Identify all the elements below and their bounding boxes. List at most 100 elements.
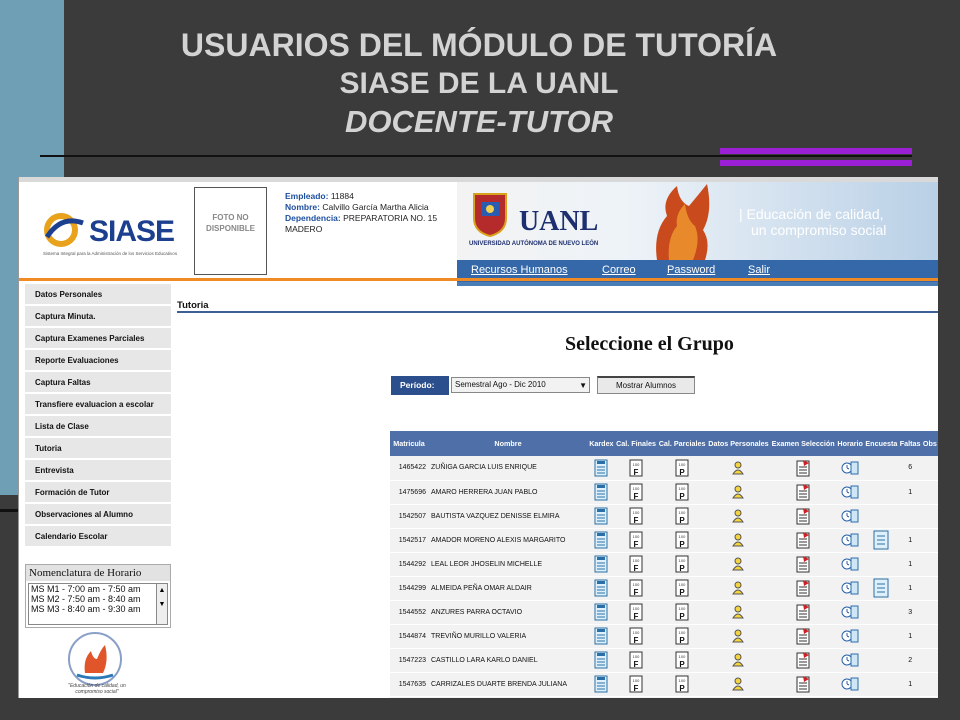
examen-seleccion-icon[interactable]: [770, 456, 837, 481]
kardex-icon[interactable]: [588, 528, 615, 553]
examen-seleccion-icon[interactable]: [770, 624, 837, 649]
encuesta-icon[interactable]: [864, 696, 899, 698]
horario-icon[interactable]: [836, 528, 865, 553]
cal-parciales-icon[interactable]: 100P: [657, 456, 707, 481]
menu-item-tutoria[interactable]: Tutoria: [25, 438, 171, 458]
kardex-icon[interactable]: [588, 480, 615, 505]
cal-parciales-icon[interactable]: 100P: [657, 672, 707, 697]
menu-item-captura-minuta[interactable]: Captura Minuta.: [25, 306, 171, 326]
cell-obs: [921, 672, 938, 697]
cal-parciales-icon[interactable]: 100P: [657, 648, 707, 673]
nav-salir[interactable]: Salir: [748, 264, 770, 276]
menu-item-formacion-tutor[interactable]: Formación de Tutor: [25, 482, 171, 502]
horario-icon[interactable]: [836, 504, 865, 529]
nomenclatura-scrollbar[interactable]: ▲ ▼: [156, 583, 168, 625]
examen-seleccion-icon[interactable]: [770, 528, 837, 553]
datos-personales-icon[interactable]: [706, 624, 771, 649]
horario-icon[interactable]: [836, 624, 865, 649]
menu-item-reporte-evaluaciones[interactable]: Reporte Evaluaciones: [25, 350, 171, 370]
cal-finales-icon[interactable]: 100F: [614, 528, 658, 553]
cal-parciales-icon[interactable]: 100P: [657, 696, 707, 698]
nav-correo[interactable]: Correo: [602, 264, 636, 276]
examen-seleccion-icon[interactable]: [770, 552, 837, 577]
datos-personales-icon[interactable]: [706, 528, 771, 553]
datos-personales-icon[interactable]: [706, 504, 771, 529]
cal-finales-icon[interactable]: 100F: [614, 696, 658, 698]
menu-item-observaciones[interactable]: Observaciones al Alumno: [25, 504, 171, 524]
cal-parciales-icon[interactable]: 100P: [657, 600, 707, 625]
datos-personales-icon[interactable]: [706, 552, 771, 577]
periodo-select[interactable]: Semestral Ago - Dic 2010 ▼: [451, 377, 590, 393]
datos-personales-icon[interactable]: [706, 456, 771, 481]
cal-parciales-icon[interactable]: 100P: [657, 576, 707, 601]
cal-finales-icon[interactable]: 100F: [614, 648, 658, 673]
kardex-icon[interactable]: [588, 552, 615, 577]
cal-finales-icon[interactable]: 100F: [614, 672, 658, 697]
cal-parciales-icon[interactable]: 100P: [657, 504, 707, 529]
horario-icon[interactable]: [836, 576, 865, 601]
horario-icon[interactable]: [836, 600, 865, 625]
examen-seleccion-icon[interactable]: [770, 672, 837, 697]
cal-finales-icon[interactable]: 100F: [614, 600, 658, 625]
kardex-icon[interactable]: [588, 672, 615, 697]
menu-item-transfiere-evaluacion[interactable]: Transfiere evaluacion a escolar: [25, 394, 171, 414]
cal-finales-icon[interactable]: 100F: [614, 456, 658, 481]
cal-parciales-icon[interactable]: 100P: [657, 552, 707, 577]
nav-recursos-humanos[interactable]: Recursos Humanos: [471, 264, 568, 276]
nomenclatura-list[interactable]: MS M1 - 7:00 am - 7:50 am MS M2 - 7:50 a…: [28, 583, 158, 625]
kardex-icon[interactable]: [588, 624, 615, 649]
nomenclatura-item[interactable]: MS M1 - 7:00 am - 7:50 am: [31, 584, 157, 594]
examen-seleccion-icon[interactable]: [770, 480, 837, 505]
datos-personales-icon[interactable]: [706, 696, 771, 698]
cal-finales-icon[interactable]: 100F: [614, 576, 658, 601]
header-orange-line: [19, 278, 938, 281]
horario-icon[interactable]: [836, 648, 865, 673]
datos-personales-icon[interactable]: [706, 672, 771, 697]
datos-personales-icon[interactable]: [706, 576, 771, 601]
horario-icon[interactable]: [836, 456, 865, 481]
horario-icon[interactable]: [836, 480, 865, 505]
svg-text:F: F: [634, 684, 639, 693]
menu-item-calendario[interactable]: Calendario Escolar: [25, 526, 171, 546]
datos-personales-icon[interactable]: [706, 480, 771, 505]
nomenclatura-item[interactable]: MS M2 - 7:50 am - 8:40 am: [31, 594, 157, 604]
svg-text:100: 100: [679, 582, 686, 587]
kardex-icon[interactable]: [588, 696, 615, 698]
datos-personales-icon[interactable]: [706, 600, 771, 625]
kardex-icon[interactable]: [588, 648, 615, 673]
kardex-icon[interactable]: [588, 576, 615, 601]
menu-item-datos-personales[interactable]: Datos Personales: [25, 284, 171, 304]
encuesta-icon[interactable]: [864, 528, 899, 553]
menu-item-captura-faltas[interactable]: Captura Faltas: [25, 372, 171, 392]
examen-seleccion-icon[interactable]: [770, 648, 837, 673]
cell-nombre: CARRIZALES DUARTE BRENDA JULIANA: [428, 672, 588, 697]
cal-finales-icon[interactable]: 100F: [614, 552, 658, 577]
cal-parciales-icon[interactable]: 100P: [657, 624, 707, 649]
cal-parciales-icon[interactable]: 100P: [657, 528, 707, 553]
cell-matricula: 1544552: [390, 600, 428, 625]
horario-icon[interactable]: [836, 552, 865, 577]
encuesta-icon[interactable]: [864, 576, 899, 601]
cal-parciales-icon[interactable]: 100P: [657, 480, 707, 505]
kardex-icon[interactable]: [588, 600, 615, 625]
datos-personales-icon[interactable]: [706, 648, 771, 673]
cal-finales-icon[interactable]: 100F: [614, 504, 658, 529]
cell-faltas: [898, 696, 922, 698]
kardex-icon[interactable]: [588, 456, 615, 481]
examen-seleccion-icon[interactable]: [770, 696, 837, 698]
examen-seleccion-icon[interactable]: [770, 600, 837, 625]
horario-icon[interactable]: [836, 696, 865, 698]
examen-seleccion-icon[interactable]: [770, 576, 837, 601]
cal-finales-icon[interactable]: 100F: [614, 624, 658, 649]
nomenclatura-item[interactable]: MS M3 - 8:40 am - 9:30 am: [31, 604, 157, 614]
menu-item-lista-clase[interactable]: Lista de Clase: [25, 416, 171, 436]
examen-seleccion-icon[interactable]: [770, 504, 837, 529]
mostrar-alumnos-button[interactable]: Mostrar Alumnos: [597, 376, 695, 394]
horario-icon[interactable]: [836, 672, 865, 697]
kardex-icon[interactable]: [588, 504, 615, 529]
nav-password[interactable]: Password: [667, 264, 715, 276]
chevron-down-icon[interactable]: ▼: [579, 381, 587, 390]
menu-item-captura-examenes[interactable]: Captura Examenes Parciales: [25, 328, 171, 348]
menu-item-entrevista[interactable]: Entrevista: [25, 460, 171, 480]
cal-finales-icon[interactable]: 100F: [614, 480, 658, 505]
